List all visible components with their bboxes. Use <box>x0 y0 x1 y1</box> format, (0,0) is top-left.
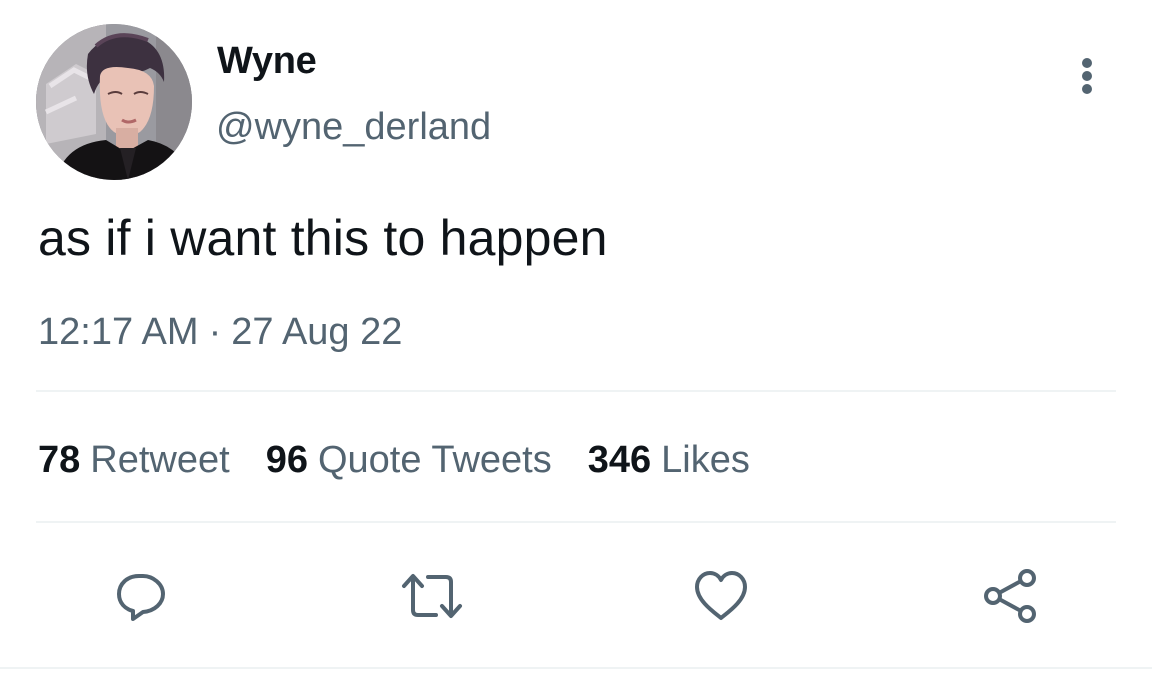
retweet-icon <box>402 574 462 618</box>
more-dot-icon <box>1082 58 1092 68</box>
reply-button[interactable] <box>113 568 169 624</box>
share-button[interactable] <box>983 568 1039 624</box>
stat-label: Retweet <box>90 439 230 481</box>
stat-count: 96 <box>265 439 308 481</box>
tweet-timestamp[interactable]: 12:17 AM · 27 Aug 22 <box>38 308 402 356</box>
likes-link[interactable]: 346 Likes <box>588 436 750 484</box>
share-icon <box>984 569 1036 623</box>
quote-tweets-link[interactable]: 96 Quote Tweets <box>266 436 552 484</box>
more-dot-icon <box>1082 71 1092 81</box>
like-button[interactable] <box>693 568 749 624</box>
stat-label: Likes <box>661 439 750 481</box>
retweet-count-link[interactable]: 78 Retweet <box>38 436 230 484</box>
tweet-time: 12:17 AM <box>38 311 199 353</box>
heart-icon <box>695 571 747 620</box>
tweet-date: 27 Aug 22 <box>231 311 403 353</box>
stat-label: Quote Tweets <box>317 439 552 481</box>
stat-count: 346 <box>587 439 652 481</box>
tweet-detail: Wyne @wyne_derland as if i want this to … <box>0 0 1152 687</box>
retweet-button[interactable] <box>400 568 462 624</box>
divider <box>36 521 1116 523</box>
reply-icon <box>117 574 165 621</box>
engagement-stats: 78 Retweet 96 Quote Tweets 346 Likes <box>38 436 786 484</box>
divider <box>0 667 1152 669</box>
more-options-button[interactable] <box>1068 52 1108 100</box>
author-handle[interactable]: @wyne_derland <box>216 104 491 150</box>
author-display-name[interactable]: Wyne <box>217 38 317 84</box>
timestamp-separator: · <box>208 311 222 353</box>
stat-count: 78 <box>38 439 81 481</box>
tweet-text: as if i want this to happen <box>38 210 608 266</box>
more-dot-icon <box>1082 84 1092 94</box>
avatar[interactable] <box>36 24 192 180</box>
divider <box>36 390 1116 392</box>
